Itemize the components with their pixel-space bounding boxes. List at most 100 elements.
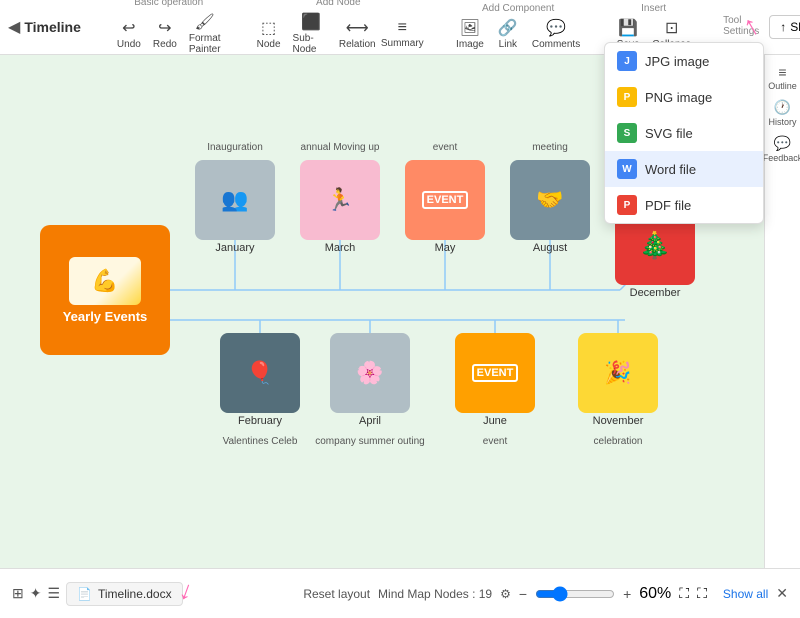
feedback-button[interactable]: 💬 Feedback xyxy=(769,135,797,163)
zoom-out-button[interactable]: − xyxy=(519,586,527,602)
statusbar: ⊞ ✦ ☰ 📄 Timeline.docx ↑ Reset layout Min… xyxy=(0,568,800,618)
show-all-button[interactable]: Show all xyxy=(723,587,768,601)
redo-icon: ↪ xyxy=(158,18,171,38)
word-icon: W xyxy=(617,159,637,179)
february-node[interactable]: 🎈 February Valentines Celeb xyxy=(220,333,300,427)
undo-button[interactable]: ↩Undo xyxy=(113,16,145,52)
fit-button[interactable]: ⛶ xyxy=(679,585,689,602)
history-icon: 🕐 xyxy=(774,99,791,116)
comments-icon: 💬 xyxy=(546,18,566,38)
november-node[interactable]: 🎉 November celebration xyxy=(578,333,658,427)
zoom-slider[interactable] xyxy=(535,586,615,602)
export-dropdown: J JPG image P PNG image S SVG file W Wor… xyxy=(604,42,764,224)
back-button[interactable]: ◀ xyxy=(8,15,20,39)
pdf-icon: P xyxy=(617,195,637,215)
jpg-icon: J xyxy=(617,51,637,71)
svg-label: SVG file xyxy=(645,126,693,141)
collapse-icon: ⊡ xyxy=(665,18,678,38)
fullscreen-button[interactable]: ⛶ xyxy=(697,585,707,602)
august-node[interactable]: meeting 🤝 August xyxy=(510,160,590,254)
jpg-label: JPG image xyxy=(645,54,709,69)
may-caption: event xyxy=(433,142,457,153)
link-icon: 🔗 xyxy=(498,18,518,38)
april-label: April xyxy=(359,415,381,427)
add-node-items: ⬚Node ⬛Sub-Node ⟷Relation ≡Summary xyxy=(253,10,425,57)
file-icon: 📄 xyxy=(77,587,92,601)
export-pdf[interactable]: P PDF file xyxy=(605,187,763,223)
february-label: February xyxy=(238,415,282,427)
export-jpg[interactable]: J JPG image xyxy=(605,43,763,79)
add-component-items: 🖼Image 🔗Link 💬Comments xyxy=(452,16,584,52)
side-panel: ≡ Outline 🕐 History 💬 Feedback xyxy=(764,55,800,568)
january-caption: Inauguration xyxy=(207,142,263,153)
word-label: Word file xyxy=(645,162,696,177)
add-node-label: Add Node xyxy=(316,0,360,8)
export-word[interactable]: W Word file xyxy=(605,151,763,187)
statusbar-icon-2[interactable]: ✦ xyxy=(30,585,42,602)
january-icon: 👥 xyxy=(221,187,248,213)
image-button[interactable]: 🖼Image xyxy=(452,16,488,52)
may-node[interactable]: event EVENT May xyxy=(405,160,485,254)
march-label: March xyxy=(325,242,356,254)
history-button[interactable]: 🕐 History xyxy=(769,99,797,127)
toolbar-right: ↑ Share Export xyxy=(769,15,800,39)
format-painter-icon: 🖌 xyxy=(195,12,215,32)
png-label: PNG image xyxy=(645,90,712,105)
png-icon: P xyxy=(617,87,637,107)
image-icon: 🖼 xyxy=(460,18,480,38)
export-svg[interactable]: S SVG file xyxy=(605,115,763,151)
reset-layout-btn[interactable]: Reset layout xyxy=(303,587,370,601)
june-icon: EVENT xyxy=(472,364,519,382)
april-caption: company summer outing xyxy=(315,436,425,447)
zoom-percent: 60% xyxy=(639,585,671,603)
relation-button[interactable]: ⟷Relation xyxy=(338,16,377,52)
december-icon: 🎄 xyxy=(639,230,671,261)
april-icon: 🌸 xyxy=(356,360,383,386)
march-node[interactable]: annual Moving up 🏃 March xyxy=(300,160,380,254)
save-icon: 💾 xyxy=(618,18,638,38)
root-node[interactable]: 💪 Yearly Events xyxy=(40,225,170,355)
august-caption: meeting xyxy=(532,142,568,153)
zoom-in-button[interactable]: + xyxy=(623,586,631,602)
summary-button[interactable]: ≡Summary xyxy=(380,17,424,51)
format-painter-button[interactable]: 🖌Format Painter xyxy=(185,10,225,57)
statusbar-icon-3[interactable]: ☰ xyxy=(47,585,60,602)
basic-operation-label: Basic operation xyxy=(134,0,203,8)
redo-button[interactable]: ↪Redo xyxy=(149,16,181,52)
export-png[interactable]: P PNG image xyxy=(605,79,763,115)
june-node[interactable]: EVENT June event xyxy=(455,333,535,427)
statusbar-left: ⊞ ✦ ☰ 📄 Timeline.docx ↑ xyxy=(12,578,295,609)
statusbar-center: Reset layout Mind Map Nodes : 19 ⚙ xyxy=(303,587,511,601)
mind-map-nodes: Mind Map Nodes : 19 xyxy=(378,587,492,601)
may-label: May xyxy=(435,242,456,254)
june-label: June xyxy=(483,415,507,427)
november-label: November xyxy=(593,415,644,427)
march-caption: annual Moving up xyxy=(301,142,380,153)
node-button[interactable]: ⬚Node xyxy=(253,16,285,52)
comments-button[interactable]: 💬Comments xyxy=(528,16,584,52)
outline-button[interactable]: ≡ Outline xyxy=(769,63,797,91)
february-icon: 🎈 xyxy=(246,360,273,386)
basic-operation-items: ↩Undo ↪Redo 🖌Format Painter xyxy=(113,10,225,57)
sub-node-button[interactable]: ⬛Sub-Node xyxy=(289,10,334,57)
february-caption: Valentines Celeb xyxy=(223,436,298,447)
june-caption: event xyxy=(483,436,507,447)
august-icon: 🤝 xyxy=(536,187,563,213)
summary-icon: ≡ xyxy=(398,19,407,37)
statusbar-icon-1[interactable]: ⊞ xyxy=(12,585,24,602)
share-button[interactable]: ↑ Share xyxy=(769,15,800,39)
feedback-icon: 💬 xyxy=(774,135,791,152)
settings-icon[interactable]: ⚙ xyxy=(500,587,511,601)
outline-icon: ≡ xyxy=(778,64,786,80)
november-caption: celebration xyxy=(594,436,643,447)
may-icon: EVENT xyxy=(422,191,469,209)
close-statusbar-button[interactable]: ✕ xyxy=(776,585,788,602)
january-node[interactable]: Inauguration 👥 January xyxy=(195,160,275,254)
january-label: January xyxy=(215,242,254,254)
file-tab[interactable]: 📄 Timeline.docx xyxy=(66,582,183,606)
svg-icon: S xyxy=(617,123,637,143)
april-node[interactable]: 🌸 April company summer outing xyxy=(330,333,410,427)
root-inner-image: 💪 xyxy=(69,257,141,305)
link-button[interactable]: 🔗Link xyxy=(492,16,524,52)
basic-operation-group: Basic operation ↩Undo ↪Redo 🖌Format Pain… xyxy=(113,0,225,57)
